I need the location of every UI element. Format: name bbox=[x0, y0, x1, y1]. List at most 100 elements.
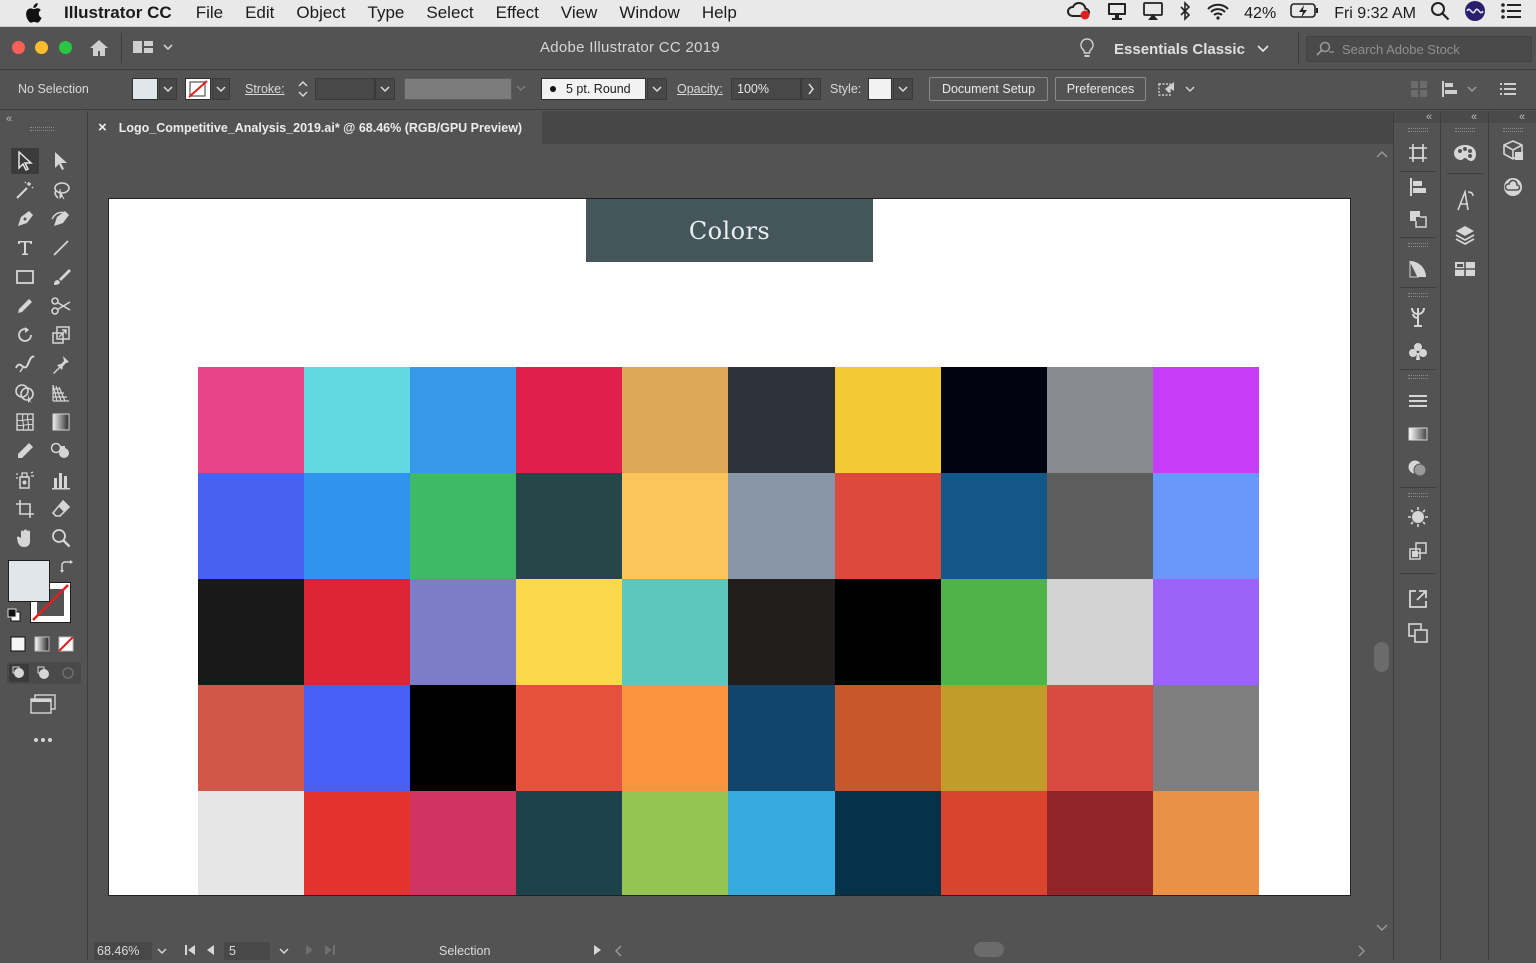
panel-grip[interactable] bbox=[1408, 493, 1428, 497]
menu-window[interactable]: Window bbox=[619, 3, 679, 23]
stroke-label[interactable]: Stroke: bbox=[245, 82, 285, 96]
color-swatch[interactable] bbox=[940, 791, 1047, 895]
toolbar-grip[interactable] bbox=[30, 127, 54, 131]
color-swatch[interactable] bbox=[198, 367, 305, 473]
transform-panel-icon[interactable] bbox=[1406, 539, 1430, 563]
pathfinder-panel-icon[interactable] bbox=[1406, 207, 1430, 231]
menu-edit[interactable]: Edit bbox=[245, 3, 274, 23]
clock[interactable]: Fri 9:32 AM bbox=[1334, 5, 1416, 23]
appearance-panel-icon[interactable] bbox=[1406, 505, 1430, 529]
color-swatch[interactable] bbox=[1046, 791, 1153, 895]
panel-grip[interactable] bbox=[1408, 293, 1428, 297]
swatches-palette-icon[interactable] bbox=[1453, 141, 1477, 165]
canvas[interactable]: Colors bbox=[88, 144, 1372, 940]
shape-builder-tool[interactable] bbox=[11, 380, 39, 406]
color-swatch[interactable] bbox=[410, 791, 517, 895]
menu-help[interactable]: Help bbox=[702, 3, 737, 23]
panel-grip[interactable] bbox=[1408, 375, 1428, 379]
brush-dropdown[interactable] bbox=[647, 78, 667, 100]
fill-color-swatch[interactable] bbox=[132, 78, 158, 100]
color-swatch[interactable] bbox=[410, 473, 517, 579]
color-guide-icon[interactable] bbox=[1406, 456, 1430, 480]
siri-icon[interactable] bbox=[1464, 0, 1486, 27]
color-swatch[interactable] bbox=[622, 579, 729, 685]
color-swatch[interactable] bbox=[728, 579, 835, 685]
opacity-label[interactable]: Opacity: bbox=[677, 82, 723, 96]
mesh-tool[interactable] bbox=[11, 409, 39, 435]
scroll-down-icon[interactable] bbox=[1376, 924, 1388, 932]
stroke-weight-stepper[interactable] bbox=[294, 78, 312, 100]
color-swatch[interactable] bbox=[834, 685, 941, 791]
color-swatch[interactable] bbox=[516, 685, 623, 791]
eraser-tool[interactable] bbox=[47, 496, 75, 522]
color-swatch[interactable] bbox=[198, 791, 305, 895]
gradient-mode-icon[interactable] bbox=[34, 636, 50, 657]
creative-cloud-status-icon[interactable] bbox=[1066, 1, 1092, 26]
color-swatch[interactable] bbox=[1152, 367, 1259, 473]
creative-cloud-libraries-icon[interactable] bbox=[1501, 175, 1525, 199]
blend-tool[interactable] bbox=[47, 438, 75, 464]
line-segment-tool[interactable] bbox=[47, 235, 75, 261]
stroke-panel-icon[interactable] bbox=[1406, 389, 1430, 413]
colors-heading[interactable]: Colors bbox=[586, 199, 873, 262]
document-setup-button[interactable]: Document Setup bbox=[929, 77, 1048, 101]
color-swatch[interactable] bbox=[410, 579, 517, 685]
color-swatch[interactable] bbox=[198, 473, 305, 579]
next-artboard-icon[interactable] bbox=[304, 944, 314, 959]
stock-search-input[interactable]: Search Adobe Stock bbox=[1306, 36, 1532, 62]
color-swatch[interactable] bbox=[198, 685, 305, 791]
horizontal-scroll-thumb[interactable] bbox=[974, 942, 1004, 957]
curvature-tool[interactable] bbox=[47, 206, 75, 232]
lasso-tool[interactable] bbox=[47, 177, 75, 203]
panel-grip[interactable] bbox=[1408, 128, 1428, 132]
collapse-dock-icon[interactable]: « bbox=[1519, 111, 1525, 123]
battery-icon[interactable] bbox=[1290, 2, 1320, 25]
align-objects-icon[interactable] bbox=[1441, 80, 1481, 101]
status-menu-icon[interactable] bbox=[592, 944, 602, 959]
brush-definition[interactable]: 5 pt. Round bbox=[541, 78, 646, 100]
color-swatch[interactable] bbox=[940, 579, 1047, 685]
profile-dropdown[interactable] bbox=[512, 78, 532, 100]
previous-artboard-icon[interactable] bbox=[206, 944, 216, 959]
color-swatch[interactable] bbox=[304, 367, 411, 473]
color-swatch[interactable] bbox=[1152, 685, 1259, 791]
color-swatch[interactable] bbox=[834, 473, 941, 579]
transparency-panel-icon[interactable] bbox=[1406, 257, 1430, 281]
direct-selection-tool[interactable] bbox=[47, 148, 75, 174]
panel-grip[interactable] bbox=[1408, 243, 1428, 247]
eyedropper-tool[interactable] bbox=[11, 438, 39, 464]
artboard[interactable]: Colors bbox=[108, 198, 1351, 896]
perspective-grid-tool[interactable] bbox=[47, 380, 75, 406]
document-tab[interactable]: × Logo_Competitive_Analysis_2019.ai* @ 6… bbox=[88, 111, 542, 144]
bluetooth-icon[interactable] bbox=[1178, 1, 1192, 26]
color-swatch[interactable] bbox=[410, 367, 517, 473]
scroll-up-icon[interactable] bbox=[1376, 150, 1388, 158]
swap-fill-stroke-icon[interactable] bbox=[60, 560, 74, 579]
color-swatch[interactable] bbox=[940, 367, 1047, 473]
color-swatch[interactable] bbox=[1046, 367, 1153, 473]
properties-panel-icon[interactable] bbox=[1501, 139, 1525, 163]
zoom-tool[interactable] bbox=[47, 525, 75, 551]
color-swatch[interactable] bbox=[728, 473, 835, 579]
color-swatch[interactable] bbox=[1046, 473, 1153, 579]
zoom-dropdown[interactable] bbox=[152, 942, 172, 960]
color-swatch[interactable] bbox=[1152, 473, 1259, 579]
wifi-icon[interactable] bbox=[1206, 1, 1230, 26]
color-swatch[interactable] bbox=[1046, 579, 1153, 685]
stroke-dropdown[interactable] bbox=[212, 78, 230, 100]
color-swatch[interactable] bbox=[516, 579, 623, 685]
color-swatch[interactable] bbox=[304, 685, 411, 791]
airplay-icon[interactable] bbox=[1142, 1, 1164, 26]
align-grid-icon[interactable] bbox=[1410, 80, 1428, 101]
rotate-tool[interactable] bbox=[11, 322, 39, 348]
notification-center-icon[interactable] bbox=[1500, 2, 1522, 25]
width-tool[interactable] bbox=[11, 351, 39, 377]
fill-color-front[interactable] bbox=[8, 560, 50, 602]
stroke-weight-dropdown[interactable] bbox=[375, 78, 395, 100]
type-tool[interactable] bbox=[11, 235, 39, 261]
column-graph-tool[interactable] bbox=[47, 467, 75, 493]
panel-menu-icon[interactable] bbox=[1500, 81, 1516, 100]
variable-width-profile[interactable] bbox=[404, 78, 512, 100]
character-panel-icon[interactable] bbox=[1453, 189, 1477, 213]
symbol-sprayer-tool[interactable] bbox=[11, 467, 39, 493]
